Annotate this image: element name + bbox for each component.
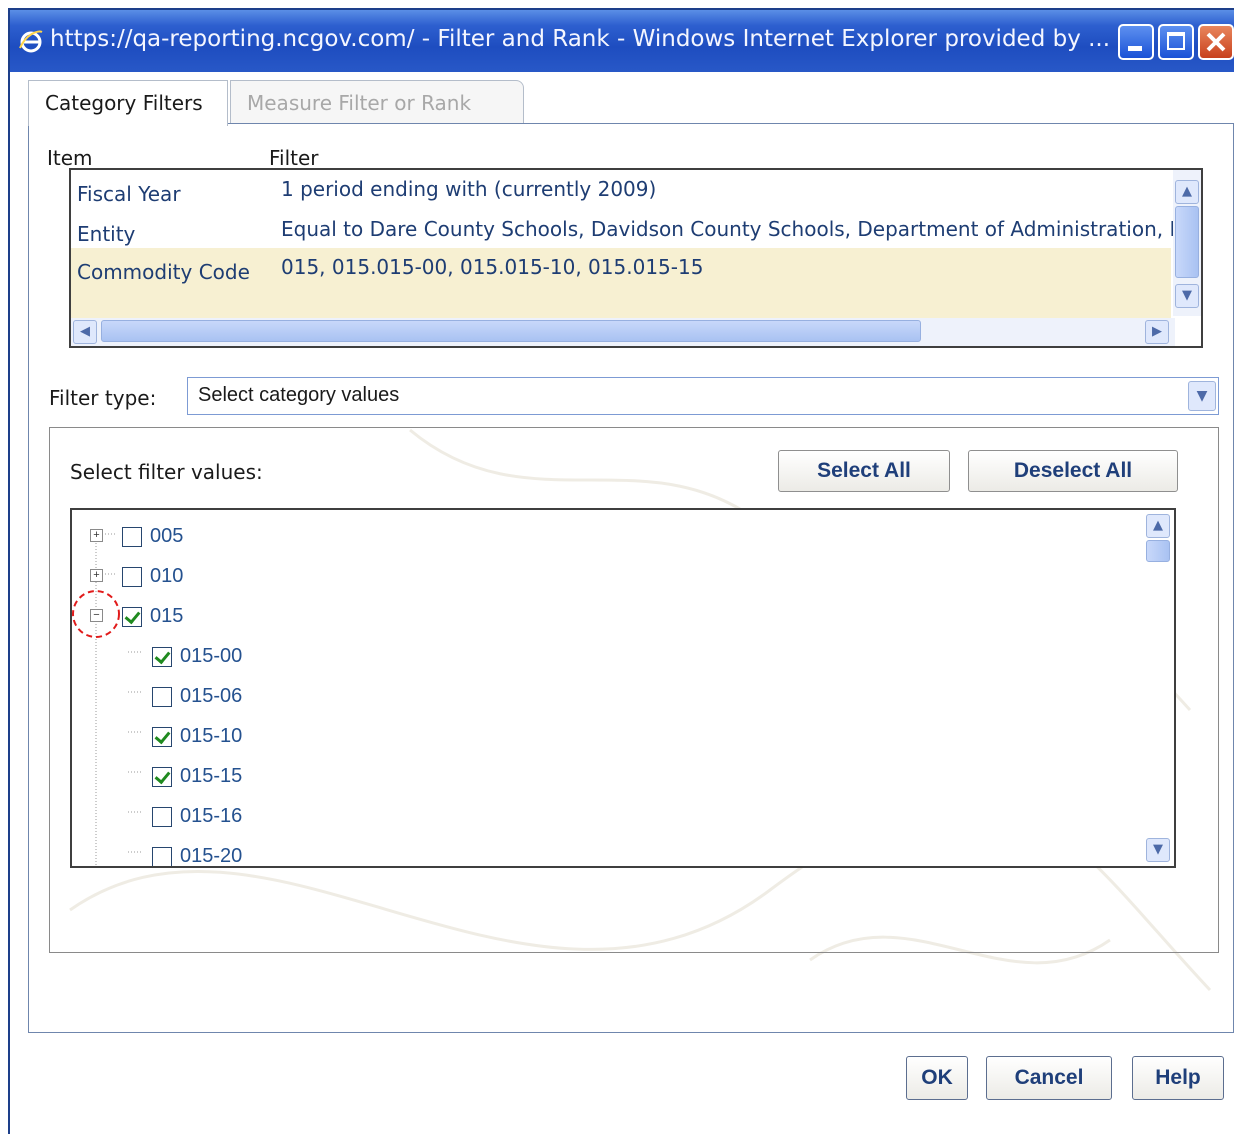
node-label: 010	[150, 565, 184, 587]
node-label: 015-16	[180, 805, 243, 827]
filter-type-selected-value: Select category values	[198, 384, 400, 406]
filter-type-select[interactable]: Select category values ▼	[187, 377, 1219, 415]
select-all-button[interactable]: Select All	[778, 450, 950, 492]
category-filters-panel: Item Filter Fiscal Year 1 period ending …	[28, 123, 1234, 1033]
row-filter: 015, 015.015-00, 015.015-10, 015.015-15	[281, 255, 704, 279]
chevron-down-icon[interactable]: ▼	[1188, 381, 1216, 411]
row-item: Entity	[77, 222, 136, 246]
maximize-button[interactable]	[1158, 24, 1194, 60]
filter-column-header: Filter	[269, 146, 319, 170]
node-label: 015	[150, 605, 184, 627]
checkbox[interactable]	[152, 767, 172, 787]
row-item: Fiscal Year	[77, 182, 181, 206]
close-icon	[1206, 32, 1226, 52]
table-row[interactable]: Entity Equal to Dare County Schools, Dav…	[71, 210, 1185, 248]
select-filter-values-label: Select filter values:	[70, 460, 263, 484]
tab-measure-filter-or-rank[interactable]: Measure Filter or Rank	[230, 80, 524, 124]
minimize-icon	[1128, 46, 1142, 51]
tree-vertical-scrollbar[interactable]: ▲ ▼	[1144, 510, 1174, 866]
annotation-circle	[72, 590, 120, 638]
deselect-all-button[interactable]: Deselect All	[968, 450, 1178, 492]
checkbox[interactable]	[152, 647, 172, 667]
scroll-right-icon[interactable]: ▶	[1145, 320, 1169, 344]
help-button[interactable]: Help	[1132, 1056, 1224, 1100]
checkbox[interactable]	[122, 527, 142, 547]
row-item: Commodity Code	[77, 260, 250, 284]
scroll-down-icon[interactable]: ▼	[1175, 284, 1199, 308]
filter-table-horizontal-scrollbar[interactable]: ◀ ▶	[71, 318, 1175, 346]
filter-table-vertical-scrollbar[interactable]: ▲ ▼	[1173, 170, 1201, 316]
node-label: 015-00	[180, 645, 243, 667]
filter-type-label: Filter type:	[49, 386, 157, 410]
close-button[interactable]	[1198, 24, 1234, 60]
node-label: 015-06	[180, 685, 243, 707]
filter-values-group: Select filter values: Select All Deselec…	[49, 427, 1219, 953]
node-label: 015-15	[180, 765, 243, 787]
node-label: 005	[150, 525, 184, 547]
maximize-icon	[1167, 32, 1185, 50]
checkbox[interactable]	[152, 847, 172, 866]
node-label: 015-20	[180, 845, 243, 867]
table-row[interactable]: Commodity Code 015, 015.015-00, 015.015-…	[71, 248, 1171, 318]
tree-node-005[interactable]: + 005	[72, 520, 272, 554]
scroll-down-icon[interactable]: ▼	[1146, 838, 1170, 862]
tree-node-015-06[interactable]: 015-06	[72, 680, 312, 714]
checkbox[interactable]	[122, 567, 142, 587]
tree-node-015-10[interactable]: 015-10	[72, 720, 312, 754]
checkbox[interactable]	[152, 807, 172, 827]
internet-explorer-icon	[19, 30, 43, 53]
checkbox[interactable]	[152, 727, 172, 747]
scroll-up-icon[interactable]: ▲	[1175, 180, 1199, 204]
item-column-header: Item	[47, 146, 93, 170]
minimize-button[interactable]	[1118, 24, 1154, 60]
row-filter: Equal to Dare County Schools, Davidson C…	[281, 217, 1185, 241]
tree-node-015-16[interactable]: 015-16	[72, 800, 312, 834]
current-filters-table: Fiscal Year 1 period ending with (curren…	[69, 168, 1203, 348]
scroll-thumb[interactable]	[1146, 540, 1170, 562]
filter-values-tree: + 005 + 010 − 015 015-00 015-06 015-10 0…	[70, 508, 1176, 868]
node-label: 015-10	[180, 725, 243, 747]
tree-node-015-00[interactable]: 015-00	[72, 640, 312, 674]
expand-plus-icon[interactable]: +	[90, 529, 103, 542]
cancel-button[interactable]: Cancel	[986, 1056, 1112, 1100]
row-filter: 1 period ending with (currently 2009)	[281, 177, 657, 201]
scroll-up-icon[interactable]: ▲	[1146, 514, 1170, 538]
window-title: https://qa-reporting.ncgov.com/ - Filter…	[50, 26, 1111, 52]
tab-category-filters[interactable]: Category Filters	[28, 80, 228, 126]
title-bar[interactable]: https://qa-reporting.ncgov.com/ - Filter…	[10, 10, 1234, 72]
ie-popup-window: https://qa-reporting.ncgov.com/ - Filter…	[8, 8, 1234, 1134]
scroll-thumb[interactable]	[101, 320, 921, 342]
scroll-left-icon[interactable]: ◀	[73, 320, 97, 344]
table-row[interactable]: Fiscal Year 1 period ending with (curren…	[71, 170, 1171, 210]
tree-node-015-15[interactable]: 015-15	[72, 760, 312, 794]
ok-button[interactable]: OK	[906, 1056, 968, 1100]
tree-node-015-20[interactable]: 015-20	[72, 840, 312, 867]
expand-plus-icon[interactable]: +	[90, 569, 103, 582]
checkbox[interactable]	[152, 687, 172, 707]
scroll-thumb[interactable]	[1175, 206, 1199, 278]
